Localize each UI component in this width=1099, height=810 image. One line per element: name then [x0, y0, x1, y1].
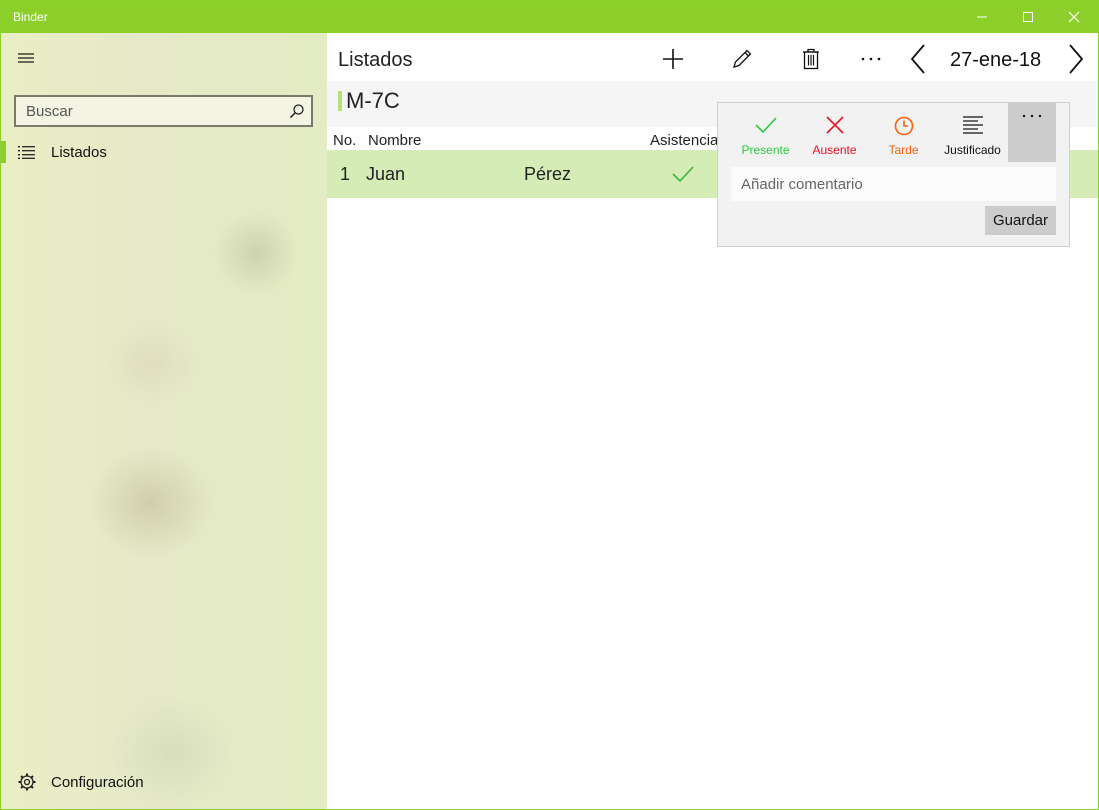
hamburger-icon: [18, 53, 34, 63]
column-header-nombre[interactable]: Nombre: [368, 132, 421, 149]
edit-button[interactable]: [722, 39, 762, 79]
close-icon: [1068, 11, 1080, 23]
row-last-name: Pérez: [524, 164, 572, 184]
close-button[interactable]: [1051, 1, 1097, 33]
selected-indicator: [1, 141, 6, 163]
check-icon: [754, 117, 777, 134]
column-header-asistencia[interactable]: Asistencia: [650, 132, 718, 149]
close-icon: [825, 116, 844, 134]
list-icon: [18, 146, 35, 159]
text-align-icon: [962, 116, 983, 134]
minimize-icon: [977, 16, 987, 18]
search-box: [14, 95, 313, 127]
row-first-name: Juan: [366, 164, 406, 184]
status-label: Presente: [741, 143, 790, 157]
status-tarde-button[interactable]: Tarde: [869, 103, 938, 162]
hamburger-button[interactable]: [9, 43, 43, 73]
status-presente-button[interactable]: Presente: [731, 103, 800, 162]
clock-icon: [894, 116, 913, 136]
search-icon[interactable]: [289, 103, 305, 119]
maximize-icon: [1023, 12, 1033, 22]
previous-date-button[interactable]: [898, 39, 938, 79]
title-bar: Binder: [1, 1, 1098, 33]
column-header-no[interactable]: No.: [333, 132, 356, 149]
chevron-left-icon: [910, 44, 925, 74]
app-window: Binder Buscar Listados Configuración Lis…: [0, 0, 1099, 810]
comment-input[interactable]: [731, 167, 1056, 201]
search-input[interactable]: [16, 97, 276, 125]
page-title: Listados: [338, 49, 413, 71]
plus-icon: [663, 49, 683, 69]
more-icon: [861, 57, 881, 61]
gear-icon: [18, 773, 36, 791]
sidebar-item-label: Listados: [51, 144, 107, 161]
sidebar-item-configuracion[interactable]: Configuración: [1, 767, 327, 797]
save-button[interactable]: Guardar: [985, 206, 1056, 235]
trash-icon: [803, 48, 819, 70]
status-ausente-button[interactable]: Ausente: [800, 103, 869, 162]
delete-button[interactable]: [791, 39, 831, 79]
attendance-flyout: Presente Ausente Tarde Justificado Guard…: [717, 102, 1070, 247]
window-title: Binder: [13, 10, 48, 24]
row-number: 1: [340, 164, 351, 184]
present-check-icon: [672, 166, 694, 183]
more-icon: [1022, 114, 1042, 118]
maximize-button[interactable]: [1005, 1, 1051, 33]
sidebar-item-listados[interactable]: Listados: [1, 137, 327, 167]
pencil-icon: [733, 49, 752, 68]
status-justificado-button[interactable]: Justificado: [938, 103, 1007, 162]
status-label: Justificado: [944, 143, 1001, 157]
minimize-button[interactable]: [959, 1, 1005, 33]
status-label: Ausente: [812, 143, 857, 157]
status-label: Tarde: [888, 143, 919, 157]
next-date-button[interactable]: [1056, 39, 1096, 79]
group-name: M-7C: [346, 88, 400, 113]
sidebar: Listados Configuración: [1, 33, 327, 809]
flyout-more-button[interactable]: [1008, 103, 1056, 162]
date-label: 27-ene-18: [950, 49, 1042, 71]
settings-label: Configuración: [51, 774, 144, 791]
more-options-button[interactable]: [851, 39, 891, 79]
group-accent: [338, 91, 342, 111]
chevron-right-icon: [1069, 44, 1084, 74]
add-button[interactable]: [653, 39, 693, 79]
